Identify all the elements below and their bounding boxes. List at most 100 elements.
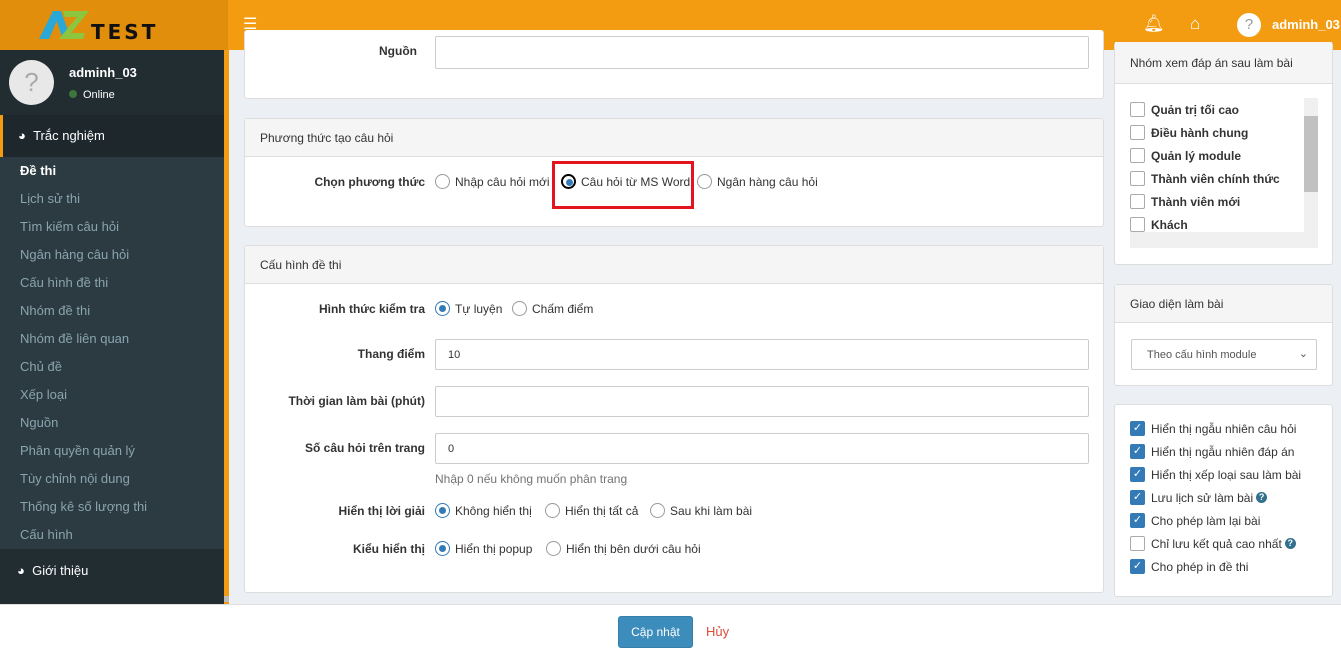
option-label: Hiển thị tất cả xyxy=(565,503,639,518)
bell-icon[interactable]: 🔔︎ xyxy=(1143,14,1165,34)
radio-self-practice[interactable]: Tự luyện xyxy=(435,301,502,316)
checkbox-label: Thành viên mới xyxy=(1151,194,1241,209)
sidebar: ? adminh_03 Online ◕ Trắc nghiệm Đề thi L… xyxy=(0,50,224,604)
sidebar-item[interactable]: Đề thi xyxy=(0,157,224,185)
checkbox-icon[interactable] xyxy=(1130,171,1145,186)
sidebar-section-trac-nghiem[interactable]: ◕ Trắc nghiệm xyxy=(0,115,224,157)
checkbox-label: Khách xyxy=(1151,217,1188,232)
cancel-link[interactable]: Hủy xyxy=(706,624,729,639)
sidebar-item[interactable]: Lịch sử thi xyxy=(0,185,224,213)
sidebar-item[interactable]: Chủ đề xyxy=(0,353,224,381)
per-page-input[interactable]: 0 xyxy=(435,433,1089,464)
checkbox-icon[interactable] xyxy=(1130,148,1145,163)
radio-graded[interactable]: Chấm điểm xyxy=(512,301,593,316)
checkbox-icon[interactable] xyxy=(1130,217,1145,232)
radio-display-popup[interactable]: Hiển thị popup xyxy=(435,541,532,556)
option-label: Không hiển thị xyxy=(455,503,532,518)
option-checkbox[interactable]: ✓ Cho phép làm lại bài xyxy=(1130,509,1301,532)
option-checkbox[interactable]: ✓ Cho phép in đề thi xyxy=(1130,555,1301,578)
group-checkbox[interactable]: Thành viên mới xyxy=(1130,190,1318,213)
radio-question-bank[interactable]: Ngân hàng câu hỏi xyxy=(697,174,818,189)
radio-new-question[interactable]: Nhập câu hỏi mới xyxy=(435,174,550,189)
user-name: adminh_03 xyxy=(69,65,137,80)
sidebar-item[interactable]: Tùy chỉnh nội dung xyxy=(0,465,224,493)
horizontal-scrollbar[interactable] xyxy=(1130,232,1318,248)
checkbox-label: Chỉ lưu kết quả cao nhất xyxy=(1151,536,1282,551)
sidebar-item[interactable]: Ngân hàng câu hỏi xyxy=(0,241,224,269)
sidebar-item[interactable]: Xếp loại xyxy=(0,381,224,409)
sidebar-item[interactable]: Cấu hình đề thi xyxy=(0,269,224,297)
radio-solution-after[interactable]: Sau khi làm bài xyxy=(650,503,752,518)
config-panel: Cấu hình đề thi Hình thức kiểm tra Tự lu… xyxy=(244,245,1104,593)
checkbox-icon[interactable]: ✓ xyxy=(1130,421,1145,436)
logo[interactable]: TEST xyxy=(0,0,228,50)
option-label: Tự luyện xyxy=(455,301,503,316)
avatar[interactable]: ? xyxy=(1237,13,1261,37)
checkbox-icon[interactable]: ✓ xyxy=(1130,559,1145,574)
svg-text:TEST: TEST xyxy=(91,20,158,41)
checkbox-icon[interactable]: ✓ xyxy=(1130,444,1145,459)
save-button[interactable]: Cập nhật xyxy=(618,616,693,648)
chevron-down-icon: ⌄ xyxy=(1298,348,1308,360)
method-panel: Phương thức tạo câu hỏi Chọn phương thức… xyxy=(244,118,1104,227)
sidebar-item[interactable]: Cấu hình xyxy=(0,521,224,549)
groups-title: Nhóm xem đáp án sau làm bài xyxy=(1115,42,1332,84)
checkbox-label: Quản lý module xyxy=(1151,148,1242,163)
group-checkbox[interactable]: Quản trị tối cao xyxy=(1130,98,1318,121)
status-text: Online xyxy=(83,89,115,101)
option-checkbox[interactable]: Chỉ lưu kết quả cao nhất? xyxy=(1130,532,1301,555)
per-page-help: Nhập 0 nếu không muốn phân trang xyxy=(435,472,628,486)
option-checkbox[interactable]: ✓ Hiển thị xếp loại sau làm bài xyxy=(1130,463,1301,486)
section-label: Trắc nghiệm xyxy=(33,128,105,143)
sidebar-item[interactable]: Thống kê số lượng thi xyxy=(0,493,224,521)
scale-input[interactable]: 10 xyxy=(435,339,1089,370)
header-username[interactable]: adminh_03 xyxy=(1272,17,1340,32)
groups-panel: Nhóm xem đáp án sau làm bài Quản trị tối… xyxy=(1114,42,1333,265)
footer: Cập nhật Hủy xyxy=(0,604,1341,650)
sidebar-item[interactable]: Nhóm đề liên quan xyxy=(0,325,224,353)
checkbox-icon[interactable]: ✓ xyxy=(1130,513,1145,528)
duration-label: Thời gian làm bài (phút) xyxy=(288,394,425,408)
checkbox-label: Hiển thị xếp loại sau làm bài xyxy=(1151,467,1302,482)
checkbox-icon[interactable] xyxy=(1130,194,1145,209)
group-checkbox[interactable]: Điều hành chung xyxy=(1130,121,1318,144)
radio-display-below[interactable]: Hiển thị bên dưới câu hỏi xyxy=(546,541,701,556)
checkbox-icon[interactable] xyxy=(1130,536,1145,551)
checkbox-icon[interactable] xyxy=(1130,102,1145,117)
group-checkbox[interactable]: Thành viên chính thức xyxy=(1130,167,1318,190)
group-checkbox[interactable]: Quản lý module xyxy=(1130,144,1318,167)
source-panel: Nguồn xyxy=(244,30,1104,99)
checkbox-icon[interactable] xyxy=(1130,125,1145,140)
sidebar-item[interactable]: Nhóm đề thi xyxy=(0,297,224,325)
option-label: Sau khi làm bài xyxy=(670,503,753,518)
option-checkbox[interactable]: ✓ Lưu lịch sử làm bài? xyxy=(1130,486,1301,509)
sidebar-item[interactable]: Tìm kiếm câu hỏi xyxy=(0,213,224,241)
checkbox-label: Cho phép làm lại bài xyxy=(1151,513,1261,528)
method-label: Chọn phương thức xyxy=(314,175,425,189)
sidebar-section-gioi-thieu[interactable]: ◕ Giới thiệu xyxy=(0,549,224,593)
duration-input[interactable] xyxy=(435,386,1089,417)
sidebar-item[interactable]: Phân quyền quản lý xyxy=(0,437,224,465)
option-checkbox[interactable]: ✓ Hiển thị ngẫu nhiên câu hỏi xyxy=(1130,417,1301,440)
aztest-logo-icon: TEST xyxy=(39,11,158,41)
display-label: Kiểu hiển thị xyxy=(353,542,425,556)
config-panel-title: Cấu hình đề thi xyxy=(245,246,1103,284)
checkbox-icon[interactable]: ✓ xyxy=(1130,490,1145,505)
radio-solution-all[interactable]: Hiển thị tất cả xyxy=(545,503,638,518)
sidebar-item[interactable]: Nguồn xyxy=(0,409,224,437)
groups-list: Quản trị tối cao Điều hành chung Quản lý m… xyxy=(1130,98,1318,248)
ui-selected: Theo cấu hình module xyxy=(1147,349,1257,361)
checkbox-icon[interactable]: ✓ xyxy=(1130,467,1145,482)
radio-solution-none[interactable]: Không hiển thị xyxy=(435,503,532,518)
ui-select[interactable]: Theo cấu hình module ⌄ xyxy=(1131,339,1317,370)
help-icon[interactable]: ? xyxy=(1256,492,1268,503)
home-icon[interactable]: ⌂ xyxy=(1190,14,1200,34)
source-select[interactable] xyxy=(435,36,1089,69)
option-checkbox[interactable]: ✓ Hiển thị ngẫu nhiên đáp án xyxy=(1130,440,1301,463)
checkbox-label: Hiển thị ngẫu nhiên đáp án xyxy=(1151,444,1295,459)
help-icon[interactable]: ? xyxy=(1284,538,1296,549)
per-page-label: Số câu hỏi trên trang xyxy=(304,441,425,455)
options-panel: ✓ Hiển thị ngẫu nhiên câu hỏi ✓ Hiển thị ng… xyxy=(1114,404,1333,597)
vertical-scrollbar[interactable] xyxy=(1304,98,1318,232)
sidebar-scrollbar[interactable] xyxy=(224,50,229,604)
